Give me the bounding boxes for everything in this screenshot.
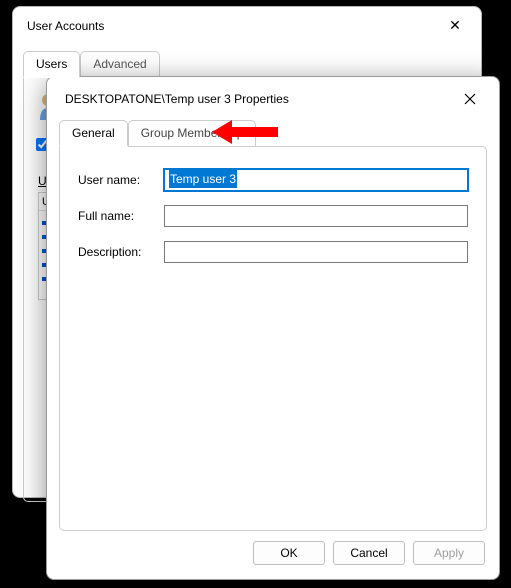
ok-button[interactable]: OK xyxy=(253,541,325,565)
row-fullname: Full name: xyxy=(78,205,468,227)
label-fullname: Full name: xyxy=(78,209,164,223)
bg-titlebar: User Accounts ✕ xyxy=(13,7,481,44)
dialog-buttons: OK Cancel Apply xyxy=(47,531,499,579)
close-icon[interactable]: ✕ xyxy=(443,17,467,34)
bg-tabbar: Users Advanced xyxy=(13,50,481,77)
user-properties-dialog: DESKTOPATONE\Temp user 3 Properties Gene… xyxy=(46,76,500,580)
close-button[interactable] xyxy=(453,87,487,111)
label-description: Description: xyxy=(78,245,164,259)
bg-window-title: User Accounts xyxy=(27,19,104,33)
row-description: Description: xyxy=(78,241,468,263)
fw-tabbar: General Group Membership xyxy=(47,119,499,146)
label-username: User name: xyxy=(78,173,164,187)
tab-advanced[interactable]: Advanced xyxy=(80,51,159,78)
tab-users[interactable]: Users xyxy=(23,51,80,78)
username-field[interactable]: Temp user 3 xyxy=(164,169,468,191)
fullname-field[interactable] xyxy=(164,205,468,227)
username-value: Temp user 3 xyxy=(169,170,237,188)
description-field[interactable] xyxy=(164,241,468,263)
close-icon xyxy=(464,93,476,105)
fw-titlebar: DESKTOPATONE\Temp user 3 Properties xyxy=(47,77,499,119)
apply-button[interactable]: Apply xyxy=(413,541,485,565)
cancel-button[interactable]: Cancel xyxy=(333,541,405,565)
dialog-title: DESKTOPATONE\Temp user 3 Properties xyxy=(65,92,289,106)
general-panel: User name: Temp user 3 Full name: Descri… xyxy=(59,146,487,531)
row-username: User name: Temp user 3 xyxy=(78,169,468,191)
tab-group-membership[interactable]: Group Membership xyxy=(128,120,257,147)
tab-general[interactable]: General xyxy=(59,120,128,147)
